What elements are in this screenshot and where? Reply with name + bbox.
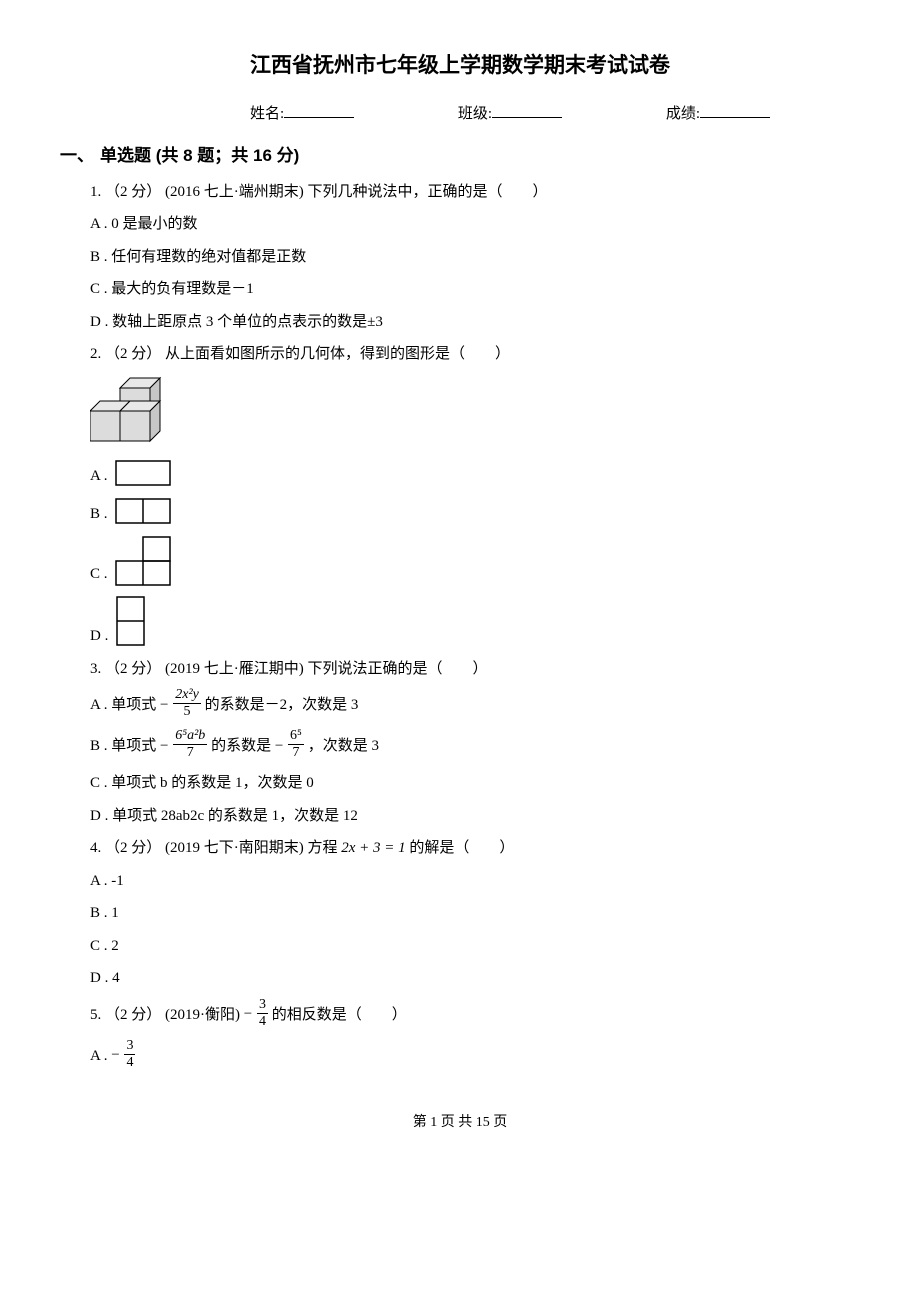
q4-stem-pre: 4. （2 分） (2019 七下·南阳期末) 方程: [90, 840, 341, 856]
q4-option-d: D . 4: [90, 967, 860, 990]
frac-den: 7: [288, 745, 304, 760]
frac-den: 4: [124, 1055, 135, 1070]
score-blank: [700, 102, 770, 118]
option-c-shape-icon: [115, 536, 173, 586]
name-label: 姓名:: [250, 106, 284, 122]
option-a-shape-icon: [115, 460, 173, 488]
q5-stem-suf: 的相反数是（ ）: [272, 1006, 407, 1022]
frac-den: 7: [173, 745, 207, 760]
q2-option-a: A .: [90, 460, 860, 488]
page-footer: 第 1 页 共 15 页: [60, 1112, 860, 1133]
minus-sign: −: [275, 738, 283, 754]
frac-den: 5: [173, 704, 201, 719]
q1-option-a: A . 0 是最小的数: [90, 213, 860, 236]
question-2: 2. （2 分） 从上面看如图所示的几何体，得到的图形是（ ） A .: [90, 343, 860, 648]
student-info-row: 姓名: 班级: 成绩:: [60, 102, 860, 126]
q4-option-a: A . -1: [90, 870, 860, 893]
q2-opt-d-label: D .: [90, 625, 108, 648]
fraction: 6⁵a²b 7: [173, 729, 207, 760]
frac-num: 2x²y: [173, 688, 201, 704]
q2-opt-b-label: B .: [90, 503, 108, 526]
frac-num: 6⁵: [288, 729, 304, 745]
minus-sign: −: [160, 697, 168, 713]
question-3: 3. （2 分） (2019 七上·雁江期中) 下列说法正确的是（ ） A . …: [90, 658, 860, 828]
q5-stem: 5. （2 分） (2019·衡阳) − 3 4 的相反数是（ ）: [90, 1000, 860, 1031]
q2-opt-a-label: A .: [90, 465, 108, 488]
frac-den: 4: [257, 1014, 268, 1029]
q4-stem: 4. （2 分） (2019 七下·南阳期末) 方程 2x + 3 = 1 的解…: [90, 837, 860, 860]
q1-option-c: C . 最大的负有理数是－1: [90, 278, 860, 301]
q4-option-c: C . 2: [90, 935, 860, 958]
q3-stem: 3. （2 分） (2019 七上·雁江期中) 下列说法正确的是（ ）: [90, 658, 860, 681]
exam-title: 江西省抚州市七年级上学期数学期末考试试卷: [60, 50, 860, 82]
class-blank: [492, 102, 562, 118]
q4-stem-math: 2x + 3 = 1: [341, 840, 405, 856]
q5-stem-pre: 5. （2 分） (2019·衡阳): [90, 1006, 244, 1022]
q2-stem: 2. （2 分） 从上面看如图所示的几何体，得到的图形是（ ）: [90, 343, 860, 366]
name-blank: [284, 102, 354, 118]
class-label: 班级:: [458, 106, 492, 122]
minus-sign: −: [111, 1047, 119, 1063]
option-d-shape-icon: [116, 596, 148, 648]
fraction: 6⁵ 7: [288, 729, 304, 760]
section-title: 单选题 (共 8 题；共 16 分): [100, 146, 299, 165]
fraction: 2x²y 5: [173, 688, 201, 719]
name-field: 姓名:: [250, 102, 354, 126]
q2-option-c: C .: [90, 536, 860, 586]
q3-b-suf: ，次数是 3: [308, 738, 379, 754]
q4-option-b: B . 1: [90, 902, 860, 925]
q1-option-d: D . 数轴上距原点 3 个单位的点表示的数是±3: [90, 311, 860, 334]
minus-sign: −: [160, 738, 168, 754]
cubes-3d-icon: [90, 376, 200, 446]
frac-num: 3: [257, 998, 268, 1014]
q3-b-mid: 的系数是: [211, 738, 275, 754]
section-number: 一、: [60, 146, 94, 165]
q3-a-suf: 的系数是－2，次数是 3: [205, 697, 359, 713]
q3-a-pre: A . 单项式: [90, 697, 160, 713]
question-1: 1. （2 分） (2016 七上·端州期末) 下列几种说法中，正确的是（ ） …: [90, 181, 860, 334]
option-b-shape-icon: [115, 498, 173, 526]
q5-option-a: A . − 3 4: [90, 1041, 860, 1072]
fraction: 3 4: [257, 998, 268, 1029]
q2-option-d: D .: [90, 596, 860, 648]
q1-stem: 1. （2 分） (2016 七上·端州期末) 下列几种说法中，正确的是（ ）: [90, 181, 860, 204]
q1-option-b: B . 任何有理数的绝对值都是正数: [90, 246, 860, 269]
q4-stem-suf: 的解是（ ）: [409, 840, 514, 856]
q2-figure: [90, 376, 860, 446]
class-field: 班级:: [458, 102, 562, 126]
q5-a-label: A .: [90, 1047, 111, 1063]
frac-num: 6⁵a²b: [173, 729, 207, 745]
section-header: 一、单选题 (共 8 题；共 16 分): [60, 143, 860, 169]
q3-option-d: D . 单项式 28ab2c 的系数是 1，次数是 12: [90, 805, 860, 828]
q3-option-b: B . 单项式 − 6⁵a²b 7 的系数是 − 6⁵ 7 ，次数是 3: [90, 731, 860, 762]
q3-option-c: C . 单项式 b 的系数是 1，次数是 0: [90, 772, 860, 795]
minus-sign: −: [244, 1006, 252, 1022]
q3-b-pre: B . 单项式: [90, 738, 160, 754]
question-4: 4. （2 分） (2019 七下·南阳期末) 方程 2x + 3 = 1 的解…: [90, 837, 860, 990]
q3-option-a: A . 单项式 − 2x²y 5 的系数是－2，次数是 3: [90, 690, 860, 721]
fraction: 3 4: [124, 1039, 135, 1070]
q2-opt-c-label: C .: [90, 563, 108, 586]
score-label: 成绩:: [666, 106, 700, 122]
score-field: 成绩:: [666, 102, 770, 126]
frac-num: 3: [124, 1039, 135, 1055]
q2-option-b: B .: [90, 498, 860, 526]
question-5: 5. （2 分） (2019·衡阳) − 3 4 的相反数是（ ） A . − …: [90, 1000, 860, 1072]
